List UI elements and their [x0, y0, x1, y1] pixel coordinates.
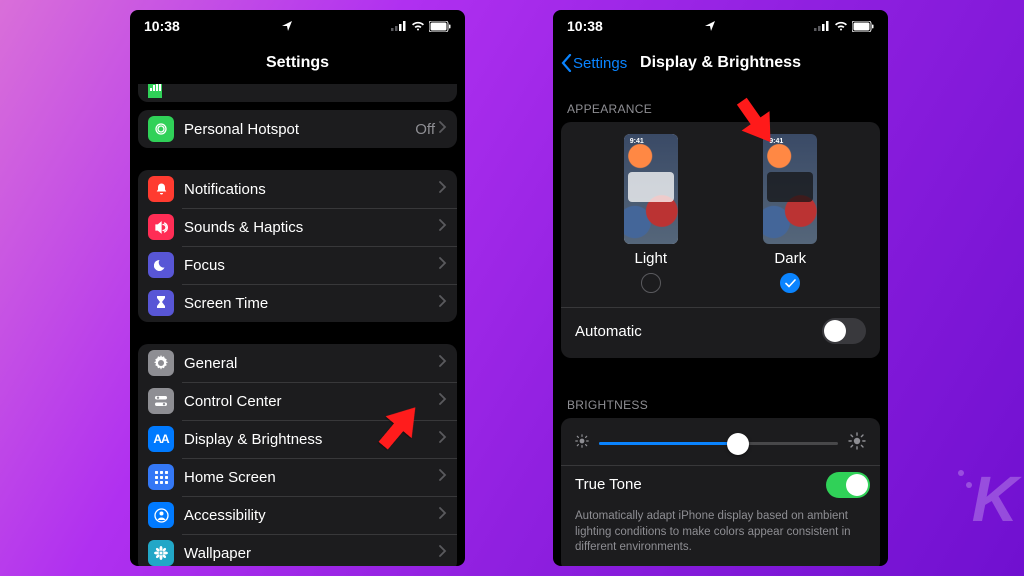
battery-icon [429, 21, 451, 32]
row-cellular-partial[interactable] [138, 84, 457, 102]
row-label: Screen Time [184, 295, 439, 312]
watermark: K [972, 462, 1014, 536]
speaker-icon [148, 214, 174, 240]
row-label: Personal Hotspot [184, 121, 415, 138]
row-label: Home Screen [184, 469, 439, 486]
automatic-toggle[interactable] [822, 318, 866, 344]
chevron-right-icon [439, 468, 447, 486]
aa-icon: AA [148, 426, 174, 452]
hourglass-icon [148, 290, 174, 316]
row-label: Sounds & Haptics [184, 219, 439, 236]
chevron-right-icon [439, 180, 447, 198]
chevron-right-icon [439, 256, 447, 274]
row-sounds-haptics[interactable]: Sounds & Haptics [138, 208, 457, 246]
row-personal-hotspot[interactable]: Personal Hotspot Off [138, 110, 457, 148]
status-bar: 10:38 [553, 10, 888, 42]
battery-icon [852, 21, 874, 32]
radio-light[interactable] [641, 273, 661, 293]
switches-icon [148, 388, 174, 414]
back-button[interactable]: Settings [561, 54, 627, 72]
row-label: Wallpaper [184, 545, 439, 562]
row-notifications[interactable]: Notifications [138, 170, 457, 208]
row-focus[interactable]: Focus [138, 246, 457, 284]
flower-icon [148, 540, 174, 566]
back-label: Settings [573, 55, 627, 72]
chevron-right-icon [439, 120, 447, 138]
row-control-center[interactable]: Control Center [138, 382, 457, 420]
row-label: Notifications [184, 181, 439, 198]
chevron-right-icon [439, 294, 447, 312]
section-header-brightness: BRIGHTNESS [553, 380, 888, 418]
status-bar: 10:38 [130, 10, 465, 42]
nav-bar: Settings Display & Brightness [553, 42, 888, 84]
radio-dark[interactable] [780, 273, 800, 293]
row-label: Display & Brightness [184, 431, 439, 448]
true-tone-label: True Tone [575, 476, 826, 493]
chevron-right-icon [439, 218, 447, 236]
row-wallpaper[interactable]: Wallpaper [138, 534, 457, 566]
brightness-slider[interactable] [599, 442, 838, 445]
theme-label: Dark [774, 250, 806, 267]
theme-option-dark[interactable]: 9:41 Dark [763, 134, 817, 293]
location-icon [282, 18, 292, 34]
row-display-brightness[interactable]: AA Display & Brightness [138, 420, 457, 458]
chevron-right-icon [439, 430, 447, 448]
true-tone-footnote: Automatically adapt iPhone display based… [561, 503, 880, 566]
sun-small-icon [575, 434, 589, 453]
wifi-icon [834, 21, 848, 31]
signal-icon [814, 21, 830, 31]
status-time: 10:38 [567, 18, 603, 34]
gear-icon [148, 350, 174, 376]
cellular-icon [148, 84, 162, 98]
row-label: Focus [184, 257, 439, 274]
signal-icon [391, 21, 407, 31]
chevron-right-icon [439, 354, 447, 372]
true-tone-toggle[interactable] [826, 472, 870, 498]
page-title: Display & Brightness [640, 54, 801, 72]
sun-large-icon [848, 432, 866, 455]
automatic-label: Automatic [575, 323, 642, 340]
grid-icon [148, 464, 174, 490]
row-label: General [184, 355, 439, 372]
theme-thumb-light: 9:41 [624, 134, 678, 244]
page-title: Settings [266, 54, 329, 72]
row-value: Off [415, 121, 435, 138]
row-accessibility[interactable]: Accessibility [138, 496, 457, 534]
row-label: Accessibility [184, 507, 439, 524]
theme-option-light[interactable]: 9:41 Light [624, 134, 678, 293]
phone-settings: 10:38 Settings [130, 10, 465, 566]
wifi-icon [411, 21, 425, 31]
chevron-right-icon [439, 544, 447, 562]
theme-label: Light [634, 250, 667, 267]
row-screen-time[interactable]: Screen Time [138, 284, 457, 322]
theme-thumb-dark: 9:41 [763, 134, 817, 244]
link-icon [148, 116, 174, 142]
nav-bar: Settings [130, 42, 465, 84]
row-general[interactable]: General [138, 344, 457, 382]
moon-icon [148, 252, 174, 278]
row-home-screen[interactable]: Home Screen [138, 458, 457, 496]
phone-display-brightness: 10:38 Settings Display & Brightness APPE… [553, 10, 888, 566]
person-icon [148, 502, 174, 528]
status-time: 10:38 [144, 18, 180, 34]
section-header-appearance: APPEARANCE [553, 84, 888, 122]
chevron-right-icon [439, 506, 447, 524]
location-icon [705, 18, 715, 34]
bell-icon [148, 176, 174, 202]
chevron-right-icon [439, 392, 447, 410]
row-label: Control Center [184, 393, 439, 410]
